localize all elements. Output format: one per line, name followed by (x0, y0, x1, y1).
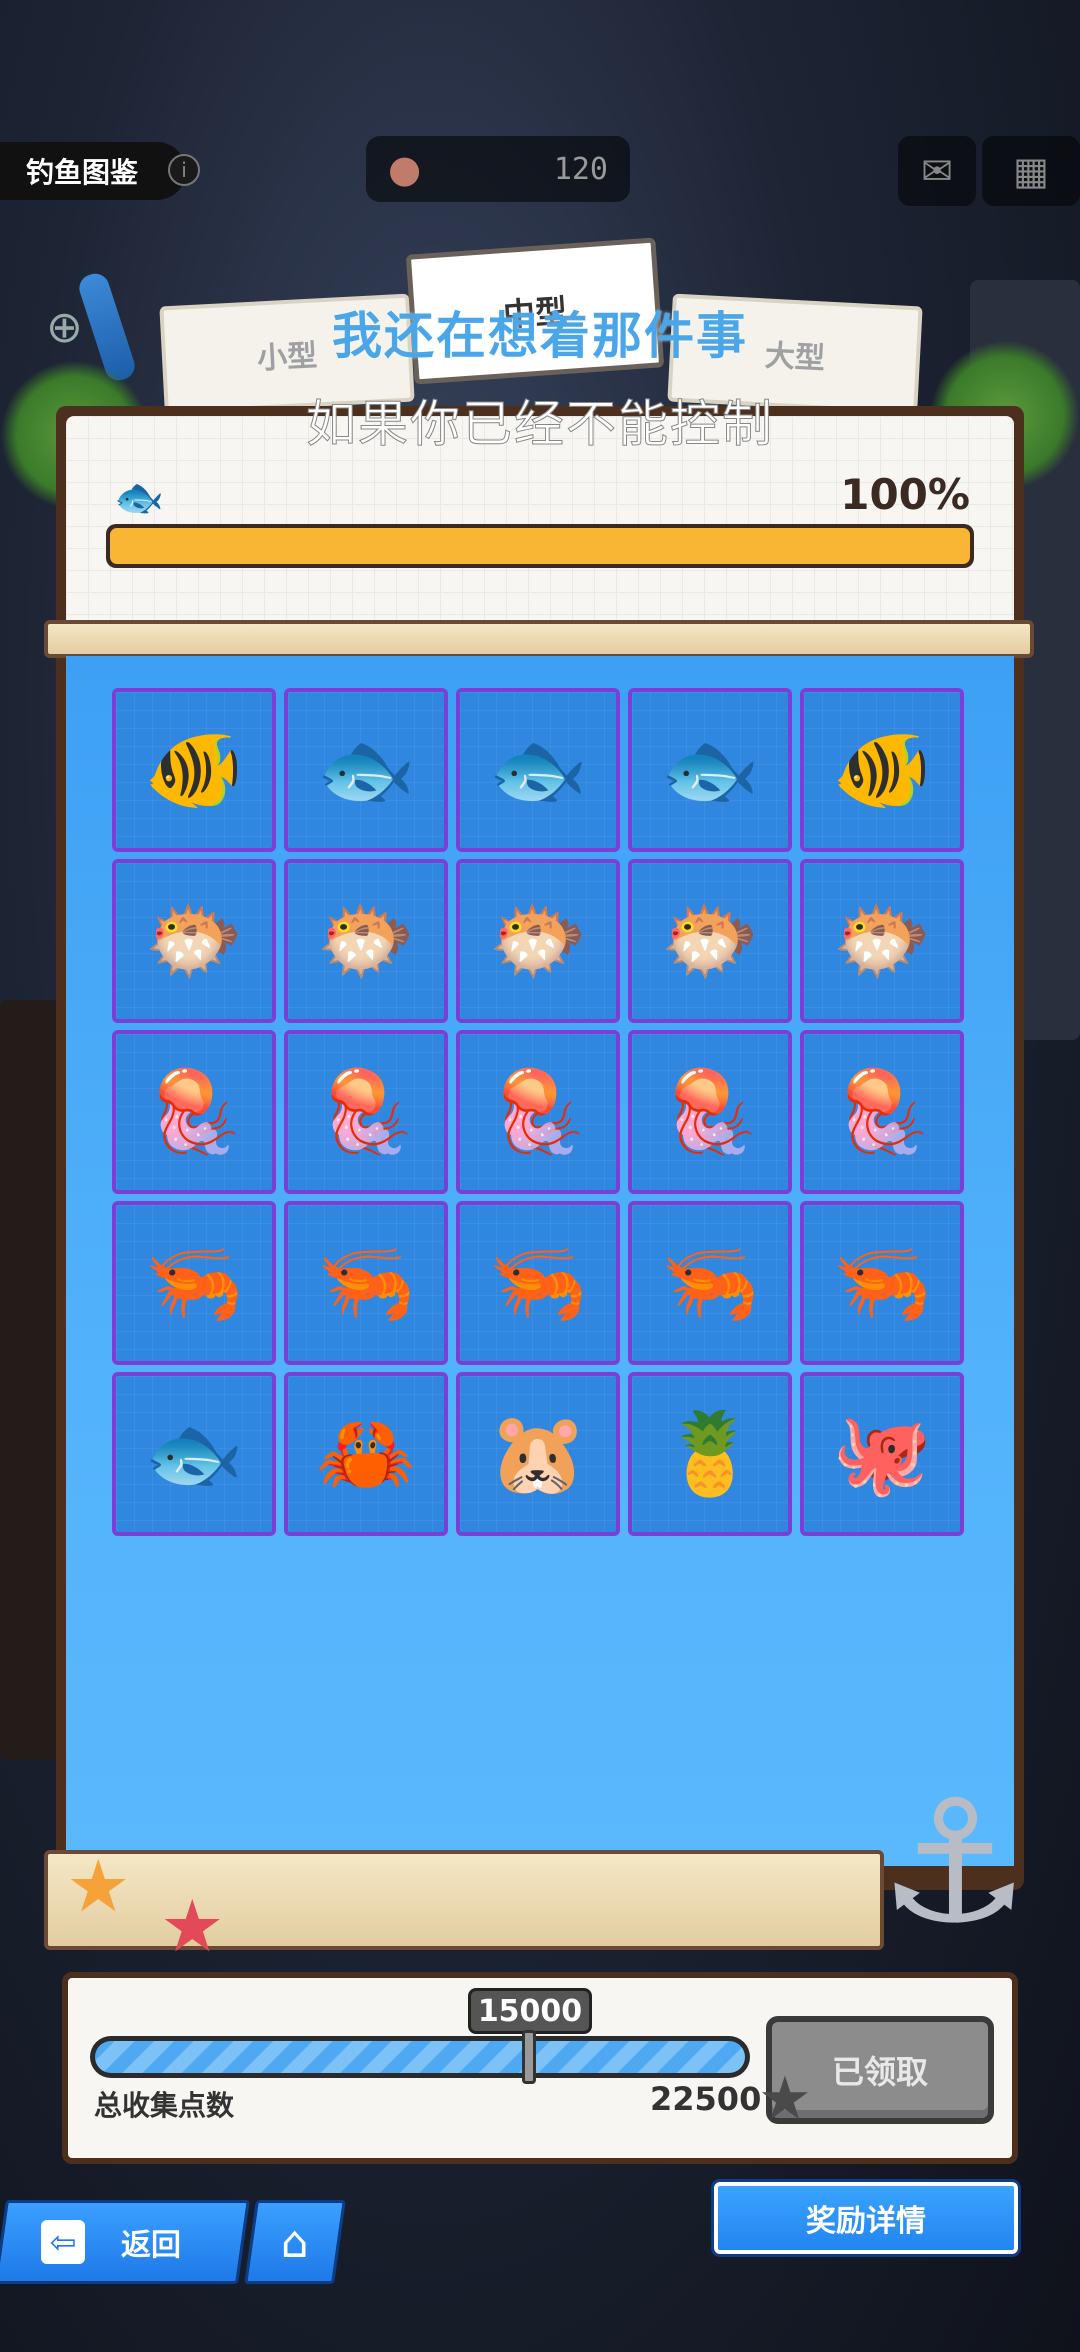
menu-button[interactable]: ▦ (982, 136, 1080, 206)
fish-cell[interactable]: 🐟 (112, 1372, 276, 1536)
pineapple-icon: 🍍 (660, 1407, 760, 1500)
fish-cell[interactable]: 🪼 (284, 1030, 448, 1194)
collection-progress-bar (106, 524, 974, 568)
red-shrimp-icon: 🦐 (488, 1236, 588, 1329)
page-title: 钓鱼图鉴 (0, 142, 186, 200)
black-pufferfish-icon: 🐡 (144, 894, 244, 987)
brown-pufferfish-icon: 🐡 (832, 894, 932, 987)
fish-cell[interactable]: 🐙 (800, 1372, 964, 1536)
orange-fish-icon: 🐠 (832, 723, 932, 816)
fish-icon: 🐟 (114, 475, 164, 521)
points-total-value: 22500 (650, 2080, 762, 2118)
fish-cell[interactable]: 🐡 (112, 859, 276, 1023)
fish-cell[interactable]: 🐹 (456, 1372, 620, 1536)
reward-details-button[interactable]: 奖励详情 (714, 2182, 1018, 2254)
fish-cell[interactable]: 🐟 (456, 688, 620, 852)
white-pufferfish-icon: 🐡 (488, 894, 588, 987)
fish-cell[interactable]: 🪼 (800, 1030, 964, 1194)
points-progress-fill (95, 2041, 745, 2073)
hamster-bubble-icon: 🐹 (488, 1407, 588, 1500)
green-fish-icon: 🐟 (488, 723, 588, 816)
pink-jellyfish-icon: 🪼 (660, 1065, 760, 1158)
fish-cell[interactable]: 🍍 (628, 1372, 792, 1536)
fish-cell[interactable]: 🦐 (284, 1201, 448, 1365)
grid-menu-icon: ▦ (1013, 149, 1049, 193)
fish-cell[interactable]: 🐠 (800, 688, 964, 852)
points-progress-bar (90, 2036, 750, 2078)
blue-shrimp-icon: 🦐 (144, 1236, 244, 1329)
spotted-pufferfish-icon: 🐡 (660, 894, 760, 987)
exit-icon: ⇦ (41, 2220, 85, 2264)
currency-display: ● 120 (366, 136, 630, 202)
brown-shrimp-icon: 🦐 (660, 1236, 760, 1329)
points-marker (522, 2030, 536, 2084)
pink-fish-icon: 🐠 (144, 723, 244, 816)
fish-grid: 🐠 🐟 🐟 🐟 🐠 🐡 🐡 🐡 🐡 🐡 🪼 🪼 🪼 🪼 🪼 🦐 🦐 🦐 🦐 🦐 🐟 🦀 🐹 🍍 🐙 (112, 688, 968, 1536)
home-icon: ⌂ (281, 2216, 309, 2268)
warrior-crab-icon: 🦀 (316, 1407, 416, 1500)
fish-cell[interactable]: 🦐 (800, 1201, 964, 1365)
orange-shrimp-icon: 🦐 (832, 1236, 932, 1329)
cyan-fish-icon: 🐟 (316, 723, 416, 816)
fish-cell[interactable]: 🦐 (112, 1201, 276, 1365)
subtitle-line-2: 如果你已经不能控制 (306, 395, 774, 454)
cream-jellyfish-icon: 🪼 (316, 1065, 416, 1158)
fish-cell[interactable]: 🦐 (628, 1201, 792, 1365)
blue-jellyfish-icon: 🪼 (144, 1065, 244, 1158)
fish-cell[interactable]: 🪼 (456, 1030, 620, 1194)
collection-percent: 100% (840, 470, 970, 519)
back-label: 返回 (121, 2228, 181, 2263)
fish-cell[interactable]: 🪼 (112, 1030, 276, 1194)
orange-starfish-decoration: ★ (66, 1844, 131, 1928)
anchor-decoration: ⚓ (878, 1764, 1031, 1962)
background-shelf (0, 1000, 60, 1760)
red-white-shrimp-icon: 🦐 (316, 1236, 416, 1329)
fish-cell[interactable]: 🦐 (456, 1201, 620, 1365)
home-button[interactable]: ⌂ (244, 2200, 346, 2284)
fish-cell[interactable]: 🐡 (456, 859, 620, 1023)
wood-plank-top (44, 620, 1034, 658)
yellow-pufferfish-icon: 🐡 (316, 894, 416, 987)
fish-cell[interactable]: 🐠 (112, 688, 276, 852)
fish-cell[interactable]: 🐡 (800, 859, 964, 1023)
light-blue-jellyfish-icon: 🪼 (488, 1065, 588, 1158)
fish-cell[interactable]: 🪼 (628, 1030, 792, 1194)
fish-cell[interactable]: 🦀 (284, 1372, 448, 1536)
back-button[interactable]: ⇦ 返回 (0, 2200, 250, 2284)
info-icon[interactable]: i (168, 154, 200, 186)
fish-cell[interactable]: 🐡 (628, 859, 792, 1023)
currency-value: 120 (553, 151, 608, 187)
fish-cell[interactable]: 🐟 (284, 688, 448, 852)
red-starfish-decoration: ★ (160, 1884, 225, 1968)
starfish-icon: ★ (758, 2064, 812, 2134)
dark-blue-fish-icon: 🐟 (660, 723, 760, 816)
fish-cell[interactable]: 🐡 (284, 859, 448, 1023)
mail-button[interactable]: ✉ (898, 136, 976, 206)
purple-jellyfish-icon: 🪼 (832, 1065, 932, 1158)
points-current-badge: 15000 (468, 1988, 592, 2034)
points-total-label: 总收集点数 (94, 2089, 235, 2122)
anglerfish-icon: 🐟 (144, 1407, 244, 1500)
collection-progress-fill (110, 528, 970, 564)
mail-icon: ✉ (921, 149, 953, 193)
pirate-octopus-icon: 🐙 (832, 1407, 932, 1500)
fish-cell[interactable]: 🐟 (628, 688, 792, 852)
bait-icon: ● (388, 147, 422, 191)
subtitle-line-1: 我还在想着那件事 (332, 307, 748, 365)
